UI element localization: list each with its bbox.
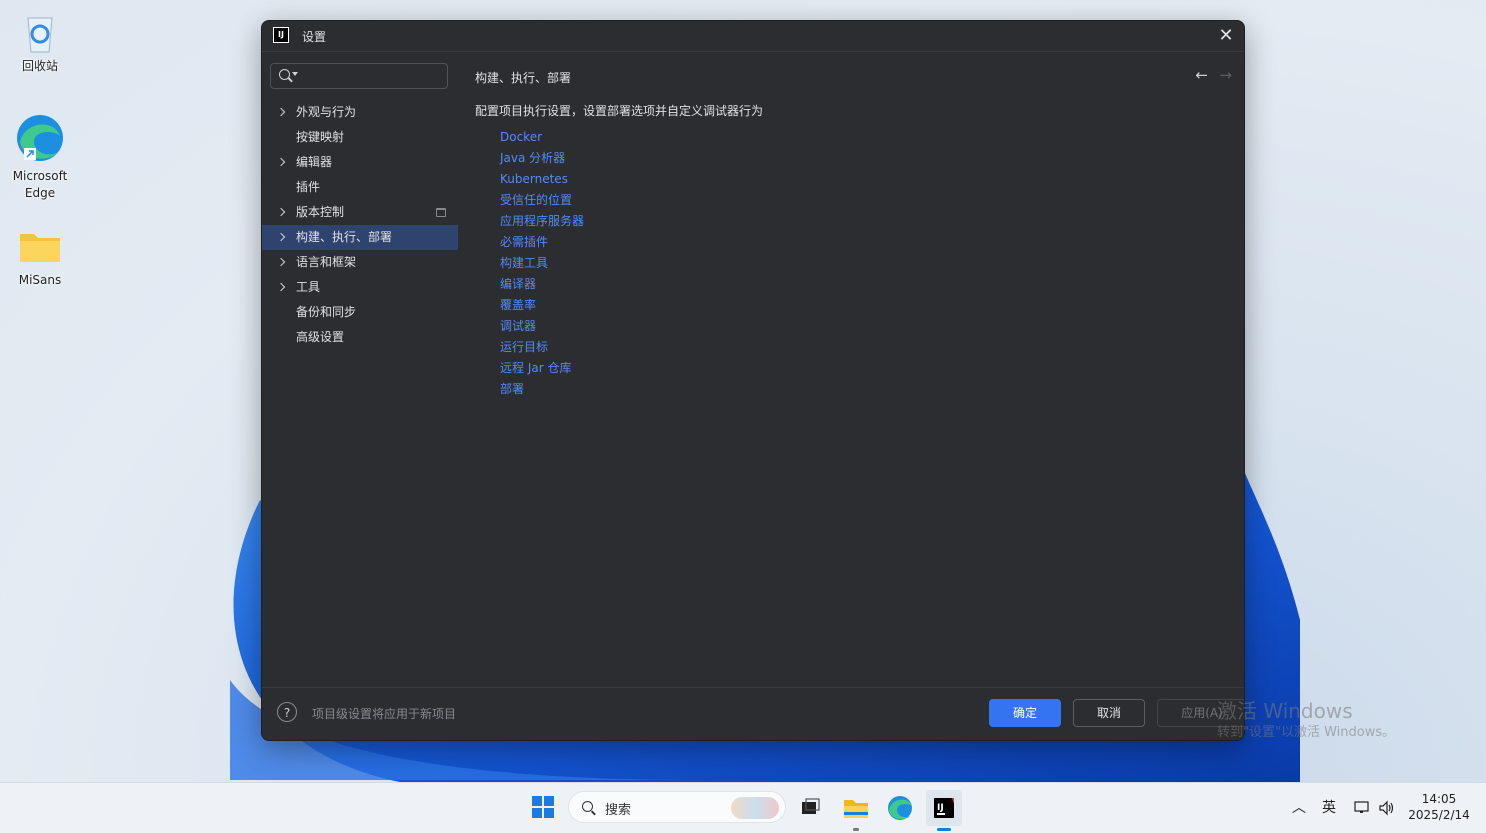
- page-description: 配置项目执行设置，设置部署选项并自定义调试器行为: [475, 104, 764, 118]
- sidebar-item-appearance-behavior[interactable]: 外观与行为: [262, 100, 458, 125]
- search-options-dropdown-icon[interactable]: [292, 72, 298, 76]
- sidebar-item-version-control[interactable]: 版本控制: [262, 200, 458, 225]
- link-deployment[interactable]: 部署: [500, 379, 584, 400]
- back-arrow-icon[interactable]: ←: [1195, 66, 1208, 84]
- task-view-icon: [802, 798, 820, 814]
- desktop-icon-label: MiSans: [18, 273, 62, 287]
- sidebar-item-backup-sync[interactable]: 备份和同步: [262, 300, 458, 325]
- desktop-icon-label: 回收站: [21, 59, 58, 73]
- taskbar: 搜索 IJ ︿ 英 14:05 2025/2/14: [0, 782, 1486, 833]
- chevron-right-icon[interactable]: [276, 257, 286, 267]
- recycle-bin-icon: [18, 10, 62, 54]
- settings-tree: 外观与行为 按键映射 编辑器 插件 版本控制 构建、执行、部署 语言和框架 工具…: [262, 100, 458, 350]
- search-icon: [279, 69, 290, 80]
- sidebar-item-build-execution-deployment[interactable]: 构建、执行、部署: [262, 225, 458, 250]
- search-icon: [582, 801, 593, 812]
- sidebar-item-label: 编辑器: [296, 155, 333, 169]
- dialog-titlebar[interactable]: IJ 设置 ✕: [262, 21, 1244, 52]
- sidebar-item-label: 外观与行为: [296, 105, 357, 119]
- link-kubernetes[interactable]: Kubernetes: [500, 169, 584, 190]
- sidebar-item-label: 版本控制: [296, 205, 345, 219]
- sidebar-item-label: 构建、执行、部署: [296, 230, 393, 244]
- link-debugger[interactable]: 调试器: [500, 316, 584, 337]
- edge-icon: [888, 796, 912, 820]
- desktop-icon-recycle-bin[interactable]: 回收站: [4, 10, 76, 75]
- taskbar-search-label: 搜索: [605, 803, 632, 818]
- sidebar-item-advanced-settings[interactable]: 高级设置: [262, 325, 458, 350]
- chevron-right-icon[interactable]: [276, 207, 286, 217]
- intellij-idea-icon: IJ: [273, 27, 289, 43]
- dialog-footer: ? 项目级设置将应用于新项目 确定 取消 应用(A): [262, 687, 1244, 740]
- footer-note: 项目级设置将应用于新项目: [312, 707, 457, 721]
- sidebar-item-label: 语言和框架: [296, 255, 357, 269]
- link-docker[interactable]: Docker: [500, 127, 584, 148]
- sidebar-item-label: 按键映射: [296, 130, 345, 144]
- active-indicator: [937, 828, 951, 831]
- link-application-servers[interactable]: 应用程序服务器: [500, 211, 584, 232]
- link-build-tools[interactable]: 构建工具: [500, 253, 584, 274]
- watermark-subtitle: 转到"设置"以激活 Windows。: [1217, 725, 1396, 740]
- cancel-button[interactable]: 取消: [1073, 699, 1145, 727]
- watermark-title: 激活 Windows: [1217, 699, 1353, 723]
- sidebar-item-languages-frameworks[interactable]: 语言和框架: [262, 250, 458, 275]
- link-java-profiler[interactable]: Java 分析器: [500, 148, 584, 169]
- edge-icon: [14, 112, 66, 164]
- link-run-targets[interactable]: 运行目标: [500, 337, 584, 358]
- input-method-indicator[interactable]: 英: [1322, 783, 1336, 833]
- sidebar-item-label: 备份和同步: [296, 305, 357, 319]
- sidebar-item-tools[interactable]: 工具: [262, 275, 458, 300]
- settings-dialog: IJ 设置 ✕ 外观与行为 按键映射 编辑器 插件 版本控制 构建、执行、部署 …: [261, 20, 1245, 741]
- file-explorer-button[interactable]: [838, 790, 874, 831]
- search-highlight-icon: [731, 797, 779, 819]
- folder-icon: [18, 224, 62, 268]
- sidebar-item-label: 插件: [296, 180, 321, 194]
- subpage-links: Docker Java 分析器 Kubernetes 受信任的位置 应用程序服务…: [500, 127, 584, 400]
- svg-text:IJ: IJ: [937, 803, 944, 813]
- project-level-icon: [436, 208, 446, 217]
- sidebar-item-editor[interactable]: 编辑器: [262, 150, 458, 175]
- breadcrumb: 构建、执行、部署: [475, 71, 572, 85]
- link-compiler[interactable]: 编译器: [500, 274, 584, 295]
- ok-button[interactable]: 确定: [989, 699, 1061, 727]
- desktop-icon-label: Microsoft Edge: [12, 169, 68, 200]
- dialog-title: 设置: [302, 30, 327, 44]
- task-view-button[interactable]: [792, 790, 828, 826]
- system-clock[interactable]: 14:05 2025/2/14: [1406, 791, 1472, 823]
- show-hidden-icons-chevron-icon[interactable]: ︿: [1292, 783, 1306, 833]
- edge-taskbar-button[interactable]: [882, 790, 918, 826]
- chevron-right-icon[interactable]: [276, 107, 286, 117]
- sidebar-item-plugins[interactable]: 插件: [262, 175, 458, 200]
- chevron-right-icon[interactable]: [276, 282, 286, 292]
- settings-sidebar: 外观与行为 按键映射 编辑器 插件 版本控制 构建、执行、部署 语言和框架 工具…: [262, 52, 458, 688]
- forward-arrow-icon: →: [1219, 66, 1232, 84]
- link-coverage[interactable]: 覆盖率: [500, 295, 584, 316]
- desktop-icon-misans-folder[interactable]: MiSans: [4, 224, 76, 289]
- close-icon[interactable]: ✕: [1214, 24, 1238, 48]
- intellij-taskbar-button[interactable]: IJ: [926, 790, 962, 831]
- link-trusted-locations[interactable]: 受信任的位置: [500, 190, 584, 211]
- taskbar-search[interactable]: 搜索: [568, 791, 786, 823]
- volume-icon[interactable]: [1378, 783, 1396, 833]
- link-remote-jar-repositories[interactable]: 远程 Jar 仓库: [500, 358, 584, 379]
- file-explorer-icon: [844, 800, 868, 818]
- help-icon[interactable]: ?: [277, 702, 297, 722]
- link-required-plugins[interactable]: 必需插件: [500, 232, 584, 253]
- desktop-icon-edge[interactable]: Microsoft Edge: [4, 112, 76, 202]
- settings-search[interactable]: [270, 63, 448, 89]
- clock-date: 2025/2/14: [1408, 808, 1470, 822]
- search-input[interactable]: [301, 66, 445, 88]
- chevron-right-icon[interactable]: [276, 232, 286, 242]
- sidebar-item-label: 工具: [296, 280, 321, 294]
- running-indicator: [853, 828, 859, 831]
- intellij-idea-icon: IJ: [934, 798, 954, 818]
- sidebar-item-label: 高级设置: [296, 330, 345, 344]
- activation-watermark: 激活 Windows 转到"设置"以激活 Windows。: [1217, 698, 1395, 742]
- settings-content: 构建、执行、部署 ← → 配置项目执行设置，设置部署选项并自定义调试器行为 Do…: [458, 52, 1244, 688]
- start-button[interactable]: [526, 790, 562, 826]
- sidebar-item-keymap[interactable]: 按键映射: [262, 125, 458, 150]
- chevron-right-icon[interactable]: [276, 157, 286, 167]
- network-icon[interactable]: [1354, 783, 1372, 833]
- clock-time: 14:05: [1421, 792, 1457, 806]
